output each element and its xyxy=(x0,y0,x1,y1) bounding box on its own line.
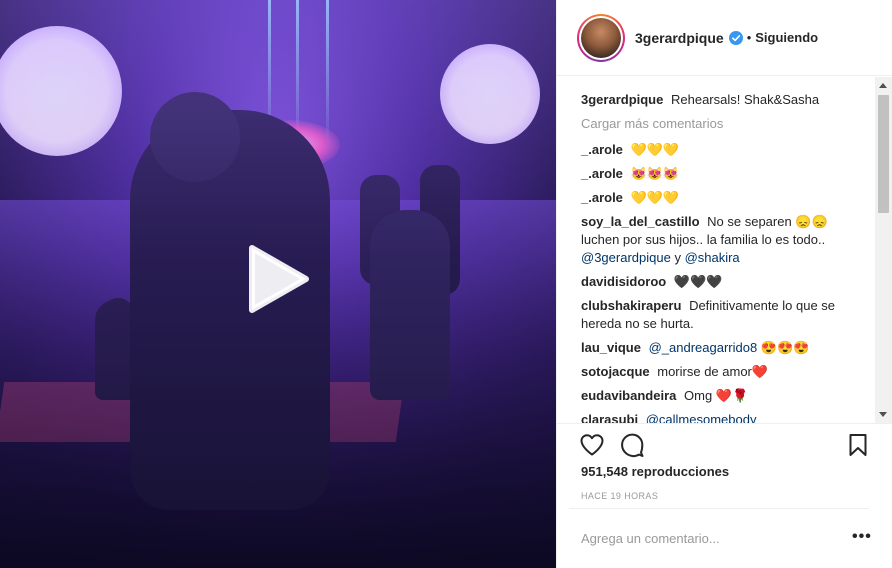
comment-text: 😻😻😻 xyxy=(630,166,680,181)
comments-list[interactable]: 3gerardpique Rehearsals! Shak&Sasha Carg… xyxy=(557,77,877,423)
comment-username[interactable]: _.arole xyxy=(581,190,623,205)
comment-joiner: y xyxy=(670,250,685,265)
comment-item: clarasubi @callmesomebody xyxy=(581,411,861,423)
scroll-up-icon[interactable] xyxy=(879,83,887,88)
view-count[interactable]: 951,548 reproducciones xyxy=(581,464,729,479)
comment-mention[interactable]: @3gerardpique xyxy=(581,250,671,265)
post-header: 3gerardpique • Siguiendo xyxy=(557,0,892,76)
caption-username[interactable]: 3gerardpique xyxy=(581,92,663,107)
load-more-comments-button[interactable]: Cargar más comentarios xyxy=(581,115,877,133)
play-icon[interactable] xyxy=(244,244,314,314)
comment-username[interactable]: clubshakiraperu xyxy=(581,298,681,313)
more-options-icon[interactable]: ••• xyxy=(852,528,872,546)
add-comment-section: ••• xyxy=(557,508,892,568)
divider xyxy=(569,508,869,509)
comment-item: sotojacque morirse de amor❤️ xyxy=(581,363,861,381)
comment-text: 💛💛💛 xyxy=(630,142,680,157)
verified-badge-icon xyxy=(728,30,743,45)
comment-username[interactable]: sotojacque xyxy=(581,364,650,379)
comment-item: soy_la_del_castillo No se separen 😞😞 luc… xyxy=(581,213,861,267)
post-actions-bar xyxy=(557,423,892,463)
comment-text: 🖤🖤🖤 xyxy=(673,274,723,289)
comment-username[interactable]: eudavibandeira xyxy=(581,388,676,403)
comment-input[interactable] xyxy=(581,528,841,548)
comment-text: Omg ❤️🌹 xyxy=(684,388,749,403)
post-caption: 3gerardpique Rehearsals! Shak&Sasha xyxy=(581,91,861,109)
heart-icon[interactable] xyxy=(579,432,605,458)
scrollbar-thumb[interactable] xyxy=(878,95,889,213)
comment-username[interactable]: soy_la_del_castillo xyxy=(581,214,700,229)
video-player[interactable] xyxy=(0,0,556,568)
comment-item: clubshakiraperu Definitivamente lo que s… xyxy=(581,297,861,333)
comment-username[interactable]: clarasubi xyxy=(581,412,638,423)
post-side-panel: 3gerardpique • Siguiendo 3gerardpique Re… xyxy=(556,0,892,568)
comment-username[interactable]: lau_vique xyxy=(581,340,641,355)
comment-item: eudavibandeira Omg ❤️🌹 xyxy=(581,387,861,405)
post-timestamp[interactable]: HACE 19 HORAS xyxy=(581,491,658,501)
comment-item: _.arole 😻😻😻 xyxy=(581,165,861,183)
comment-item: _.arole 💛💛💛 xyxy=(581,141,861,159)
comments-scrollbar[interactable] xyxy=(875,77,892,423)
caption-text: Rehearsals! Shak&Sasha xyxy=(670,92,820,107)
comment-mention[interactable]: @callmesomebody xyxy=(646,412,757,423)
comment-mention[interactable]: @shakira xyxy=(685,250,740,265)
comment-item: _.arole 💛💛💛 xyxy=(581,189,861,207)
header-separator: • xyxy=(746,30,752,45)
header-username[interactable]: 3gerardpique xyxy=(635,30,724,46)
story-ring[interactable] xyxy=(577,13,625,62)
comment-item: davidisidoroo 🖤🖤🖤 xyxy=(581,273,861,291)
bookmark-icon[interactable] xyxy=(845,432,871,458)
comment-text: 😍😍😍 xyxy=(760,340,810,355)
comment-username[interactable]: davidisidoroo xyxy=(581,274,666,289)
scroll-down-icon[interactable] xyxy=(879,412,887,417)
comment-mention[interactable]: @_andreagarrido8 xyxy=(649,340,758,355)
avatar[interactable] xyxy=(581,17,621,58)
comment-text: 💛💛💛 xyxy=(630,190,680,205)
comment-username[interactable]: _.arole xyxy=(581,166,623,181)
comment-bubble-icon[interactable] xyxy=(619,432,645,458)
comment-item: lau_vique @_andreagarrido8 😍😍😍 xyxy=(581,339,861,357)
comment-text: morirse de amor❤️ xyxy=(657,364,769,379)
following-button[interactable]: Siguiendo xyxy=(755,30,818,45)
comment-username[interactable]: _.arole xyxy=(581,142,623,157)
